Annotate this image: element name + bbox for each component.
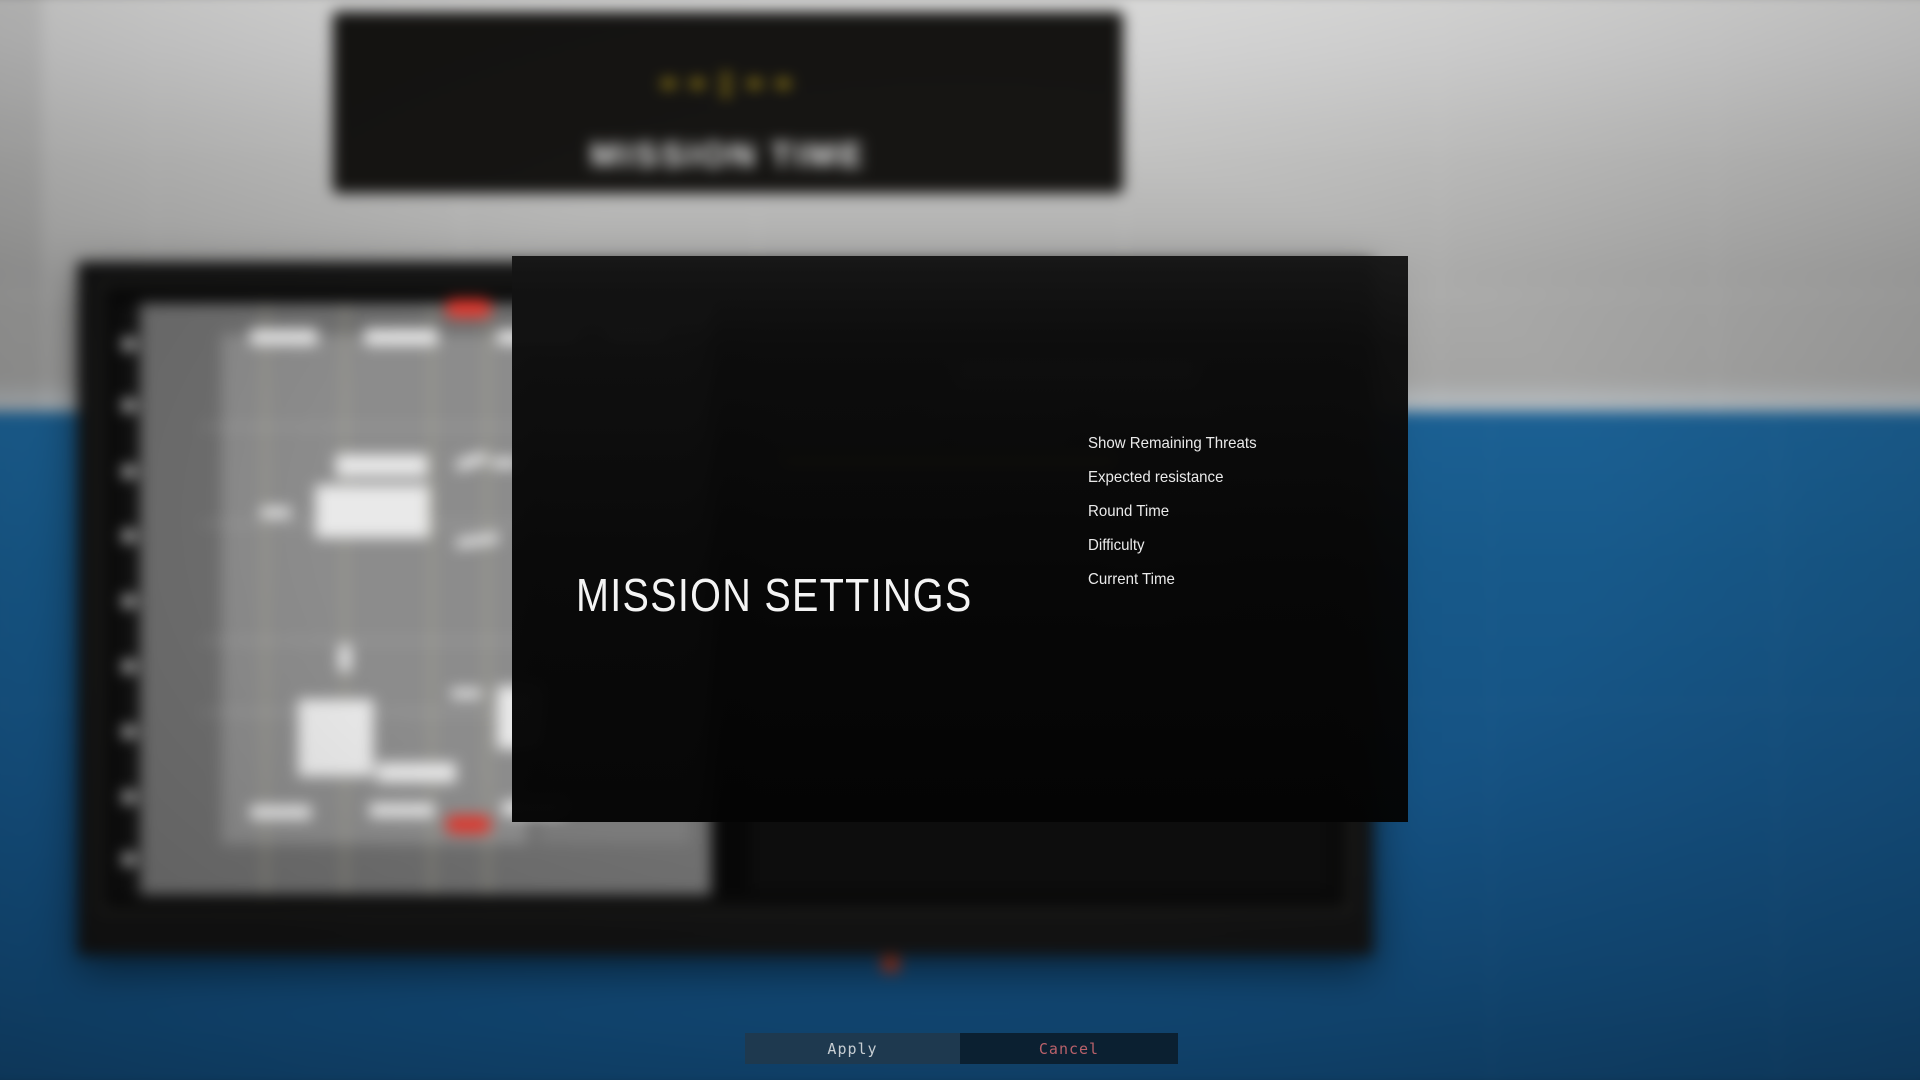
tile-seam [1714, 0, 1717, 414]
apply-button[interactable]: Apply [745, 1033, 960, 1064]
setting-label: Current Time [1088, 571, 1175, 588]
setting-label: Show Remaining Threats [1088, 435, 1257, 452]
mission-settings-dialog: MISSION SETTINGS Show Remaining Threats1… [512, 256, 1408, 822]
setting-label: Difficulty [1088, 537, 1145, 554]
settings-row: Show Remaining Threats10 [512, 427, 1408, 461]
setting-label: Expected resistance [1088, 469, 1224, 486]
settings-row: Current Time0830 [512, 563, 1408, 597]
dialog-button-bar: Apply Cancel [745, 1033, 1178, 1064]
mission-time-digits: --:-- [656, 58, 800, 106]
tile-seam [1439, 0, 1442, 414]
setting-label: Round Time [1088, 503, 1170, 520]
mission-time-sign: --:-- MISSION TIME [332, 11, 1124, 194]
mission-time-label: MISSION TIME [590, 136, 866, 175]
settings-row: Expected resistance15 [512, 461, 1408, 495]
cancel-button[interactable]: Cancel [960, 1033, 1178, 1064]
settings-row: Round Time60 [512, 495, 1408, 529]
screen: --:-- MISSION TIME MISSION SETTINGS Show… [0, 0, 1920, 1080]
monitor-stand-light [881, 956, 901, 973]
settings-row: DifficultyTrained [512, 529, 1408, 563]
wall-shadow [0, 0, 43, 414]
tile-seam [1776, 411, 1779, 1080]
settings-list: Show Remaining Threats10Expected resista… [512, 256, 1408, 822]
tile-seam [1490, 411, 1493, 1080]
